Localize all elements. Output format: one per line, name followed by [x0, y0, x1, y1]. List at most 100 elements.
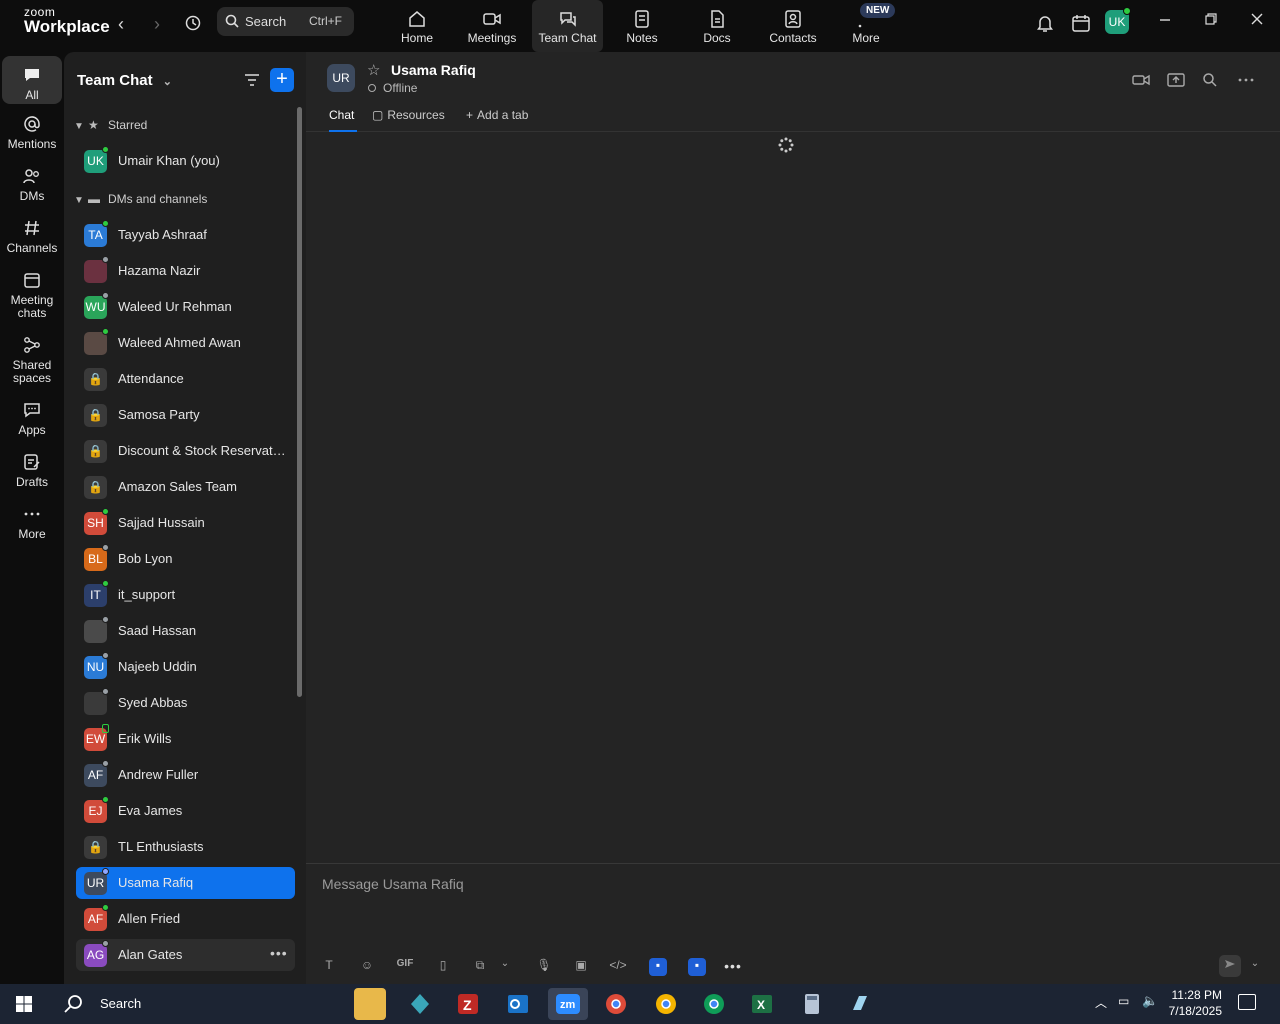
contact-row[interactable]: BL Bob Lyon: [76, 543, 295, 575]
contact-name[interactable]: Usama Rafiq: [391, 62, 476, 78]
network-icon[interactable]: ▭: [1118, 994, 1129, 1008]
contact-row[interactable]: TA Tayyab Ashraaf: [76, 219, 295, 251]
contact-row[interactable]: UK Umair Khan (you): [76, 145, 295, 177]
tab-meetings[interactable]: Meetings: [462, 0, 522, 52]
channel-row[interactable]: 🔒 Discount & Stock Reservati...: [76, 435, 295, 467]
rail-item-more[interactable]: More: [2, 504, 62, 541]
rail-item-dms[interactable]: DMs: [2, 166, 62, 203]
rail-item-shared-spaces[interactable]: Shared spaces: [2, 335, 62, 385]
add-tab-button[interactable]: + Add a tab: [466, 108, 528, 132]
rail-item-meeting-chats[interactable]: Meeting chats: [2, 270, 62, 320]
emoji-icon[interactable]: ☺: [358, 958, 376, 976]
gif-button[interactable]: GIF: [394, 958, 416, 976]
starred-section-header[interactable]: ▼ ★ Starred: [74, 115, 147, 135]
contact-row[interactable]: Hazama Nazir: [76, 255, 295, 287]
taskbar-clock[interactable]: 11:28 PM 7/18/2025: [1158, 987, 1222, 1019]
minimize-icon[interactable]: [1155, 12, 1175, 32]
close-icon[interactable]: [1247, 12, 1267, 32]
contact-row[interactable]: Waleed Ahmed Awan: [76, 327, 295, 359]
video-message-icon[interactable]: ▣: [572, 958, 590, 976]
rail-item-channels[interactable]: Channels: [2, 218, 62, 255]
chrome-icon[interactable]: [600, 988, 632, 1020]
contact-row[interactable]: NU Najeeb Uddin: [76, 651, 295, 683]
app-icon[interactable]: [404, 988, 436, 1020]
chrome-icon[interactable]: [650, 988, 682, 1020]
send-options-chevron-icon[interactable]: ⌄: [1246, 958, 1264, 976]
filezilla-icon[interactable]: Z: [452, 988, 484, 1020]
contact-row[interactable]: AF Allen Fried: [76, 903, 295, 935]
chrome-icon[interactable]: [698, 988, 730, 1020]
star-icon[interactable]: ☆: [367, 61, 380, 79]
history-icon[interactable]: [183, 14, 203, 34]
bell-icon[interactable]: [1034, 12, 1056, 34]
tab-notes[interactable]: Notes: [619, 0, 665, 52]
send-button[interactable]: [1219, 955, 1241, 977]
user-avatar[interactable]: UK: [1105, 7, 1131, 34]
microphone-icon[interactable]: 🎙: [535, 958, 553, 976]
taskbar-search-label: Search: [100, 996, 142, 1011]
search-box[interactable]: Search Ctrl+F: [217, 7, 354, 36]
avatar: SH: [84, 512, 107, 535]
more-tools-icon[interactable]: •••: [724, 958, 742, 976]
app-icon[interactable]: [844, 988, 876, 1020]
rail-item-all[interactable]: All: [2, 56, 62, 104]
filter-icon[interactable]: [242, 70, 262, 90]
contact-row[interactable]: EW Erik Wills: [76, 723, 295, 755]
search-icon[interactable]: [1200, 70, 1220, 90]
contact-row[interactable]: UR Usama Rafiq: [76, 867, 295, 899]
message-composer[interactable]: Message Usama Rafiq T ☺ GIF ▯ ⧉ ⌄ 🎙 ▣ </…: [306, 863, 1280, 984]
rail-item-apps[interactable]: Apps: [2, 400, 62, 437]
row-more-icon[interactable]: •••: [270, 945, 288, 961]
tab-chat[interactable]: Chat: [329, 108, 357, 132]
video-call-icon[interactable]: [1131, 70, 1151, 90]
rail-item-drafts[interactable]: Drafts: [2, 452, 62, 489]
more-options-icon[interactable]: [1236, 70, 1256, 90]
code-snippet-icon[interactable]: </>: [609, 958, 627, 976]
outlook-icon[interactable]: [502, 988, 534, 1020]
chevron-down-icon[interactable]: ⌄: [496, 958, 514, 976]
rail-label-more: More: [18, 527, 46, 541]
channel-row[interactable]: 🔒 Samosa Party: [76, 399, 295, 431]
contact-row[interactable]: IT it_support: [76, 579, 295, 611]
rail-item-mentions[interactable]: Mentions: [2, 114, 62, 151]
channel-row[interactable]: 🔒 TL Enthusiasts: [76, 831, 295, 863]
tab-home[interactable]: Home: [392, 0, 442, 52]
sidebar-scrollbar[interactable]: [297, 107, 302, 697]
message-input[interactable]: Message Usama Rafiq: [322, 876, 464, 892]
file-explorer-icon[interactable]: [354, 988, 386, 1020]
zoom-taskbar-icon[interactable]: zm: [548, 988, 588, 1020]
tab-team-chat[interactable]: Team Chat: [532, 0, 603, 52]
volume-icon[interactable]: 🔈: [1142, 993, 1158, 1009]
contact-row[interactable]: Saad Hassan: [76, 615, 295, 647]
excel-icon[interactable]: X: [746, 988, 778, 1020]
contact-row[interactable]: AG Alan Gates •••: [76, 939, 295, 971]
tab-resources[interactable]: ▢ Resources: [372, 108, 445, 132]
sidebar-title[interactable]: Team Chat ⌄: [77, 72, 172, 89]
contact-row[interactable]: WU Waleed Ur Rehman: [76, 291, 295, 323]
contact-row[interactable]: Syed Abbas: [76, 687, 295, 719]
notifications-icon[interactable]: [1238, 994, 1256, 1010]
screenshot-icon[interactable]: ⧉: [471, 958, 489, 976]
windows-start-icon[interactable]: [8, 988, 40, 1020]
text-format-icon[interactable]: T: [320, 958, 338, 976]
restore-icon[interactable]: [1201, 12, 1221, 32]
channel-row[interactable]: 🔒 Amazon Sales Team: [76, 471, 295, 503]
contact-row[interactable]: EJ Eva James: [76, 795, 295, 827]
tray-chevron-icon[interactable]: ︿: [1095, 994, 1107, 1011]
new-chat-button[interactable]: +: [270, 68, 294, 92]
contact-row[interactable]: SH Sajjad Hussain: [76, 507, 295, 539]
app-icon[interactable]: ▪: [649, 958, 667, 976]
zoom-app-icon[interactable]: ▪: [688, 958, 706, 976]
channel-row[interactable]: 🔒 Attendance: [76, 363, 295, 395]
share-screen-icon[interactable]: [1166, 70, 1186, 90]
calendar-icon[interactable]: [1070, 12, 1092, 34]
tab-contacts[interactable]: Contacts: [765, 0, 821, 52]
file-icon[interactable]: ▯: [434, 958, 452, 976]
forward-arrow-icon[interactable]: ›: [147, 14, 167, 34]
contact-avatar[interactable]: UR: [327, 64, 355, 92]
tab-docs[interactable]: Docs: [697, 0, 737, 52]
contact-row[interactable]: AF Andrew Fuller: [76, 759, 295, 791]
calculator-icon[interactable]: [796, 988, 828, 1020]
back-arrow-icon[interactable]: ‹: [111, 14, 131, 34]
dms-section-header[interactable]: ▼ ▬ DMs and channels: [74, 189, 207, 209]
